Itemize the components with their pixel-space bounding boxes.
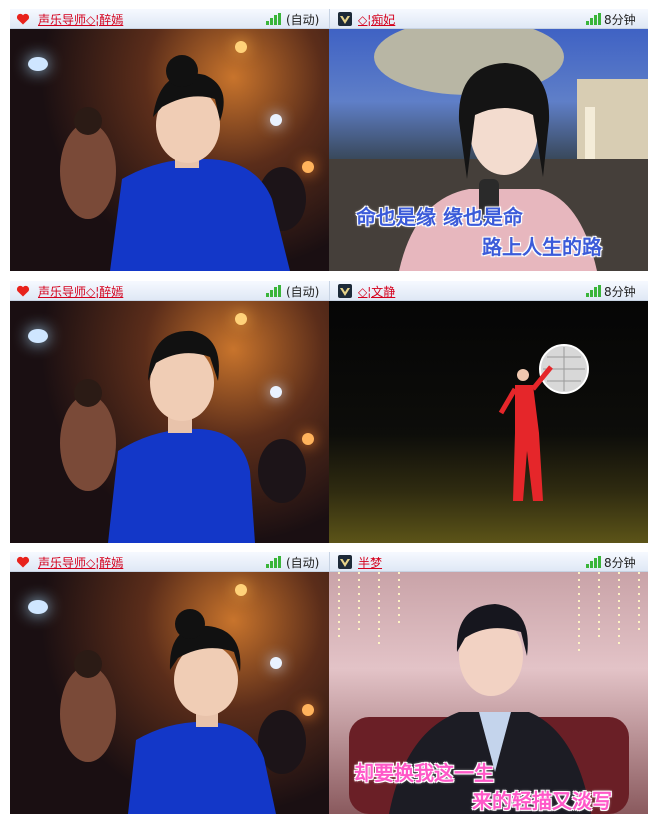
vip-badge-icon: [338, 12, 352, 26]
heart-icon: [16, 556, 30, 568]
username-link[interactable]: 声乐导师◇¦醉嫣: [38, 283, 123, 300]
dancer-scene: [498, 344, 589, 501]
mode-label[interactable]: (自动): [286, 554, 319, 571]
lyric-line-1: 命也是缘 缘也是命: [356, 205, 523, 229]
username-link[interactable]: 声乐导师◇¦醉嫣: [38, 11, 123, 28]
user-bar-right: ◇¦痴妃 8分钟: [329, 9, 648, 29]
user-bar-left: 声乐导师◇¦醉嫣 (自动): [10, 281, 329, 301]
lyric-line-1: 却要换我这一生: [354, 761, 494, 785]
lyric-line-2: 路上人生的路: [482, 235, 602, 259]
video-row-2: 声乐导师◇¦醉嫣 (自动) ◇¦文静 8分钟: [10, 281, 648, 543]
streamer-avatar: [108, 330, 255, 543]
user-bar-left: 声乐导师◇¦醉嫣 (自动): [10, 552, 329, 572]
signal-icon: [266, 13, 282, 25]
heart-icon: [16, 285, 30, 297]
username-link[interactable]: ◇¦文静: [358, 283, 395, 300]
user-bar-right: ◇¦文静 8分钟: [329, 281, 648, 301]
username-link[interactable]: ◇¦痴妃: [358, 11, 395, 28]
signal-icon: [266, 285, 282, 297]
signal-icon: [586, 556, 602, 568]
streamer-avatar: [128, 609, 276, 814]
video-feed-left[interactable]: [10, 29, 329, 271]
signal-icon: [586, 13, 602, 25]
streamer-avatar: [110, 55, 290, 271]
signal-icon: [586, 285, 602, 297]
vip-badge-icon: [338, 284, 352, 298]
mode-label[interactable]: (自动): [286, 11, 319, 28]
user-bar-left: 声乐导师◇¦醉嫣 (自动): [10, 9, 329, 29]
signal-icon: [266, 556, 282, 568]
video-feed-right[interactable]: [329, 301, 648, 543]
video-feed-right[interactable]: 命也是缘 缘也是命 路上人生的路: [329, 29, 648, 271]
username-link[interactable]: 半梦: [358, 554, 382, 571]
video-feed-left[interactable]: [10, 572, 329, 814]
video-row-1: 声乐导师◇¦醉嫣 (自动) ◇¦痴妃 8分钟 命也是缘 缘也是命 路上人生的路: [10, 9, 648, 271]
video-feed-left[interactable]: [10, 301, 329, 543]
video-feed-right[interactable]: 却要换我这一生 来的轻描又淡写: [329, 572, 648, 814]
lyric-line-2: 来的轻描又淡写: [472, 789, 612, 813]
vip-badge-icon: [338, 555, 352, 569]
duration-label: 8分钟: [604, 556, 636, 570]
duration-label: 8分钟: [604, 285, 636, 299]
video-row-3: 声乐导师◇¦醉嫣 (自动) 半梦 8分钟 却要换我这一生 来的轻描又淡写: [10, 552, 648, 814]
user-bar-right: 半梦 8分钟: [329, 552, 648, 572]
mode-label[interactable]: (自动): [286, 283, 319, 300]
username-link[interactable]: 声乐导师◇¦醉嫣: [38, 554, 123, 571]
heart-icon: [16, 13, 30, 25]
duration-label: 8分钟: [604, 13, 636, 27]
